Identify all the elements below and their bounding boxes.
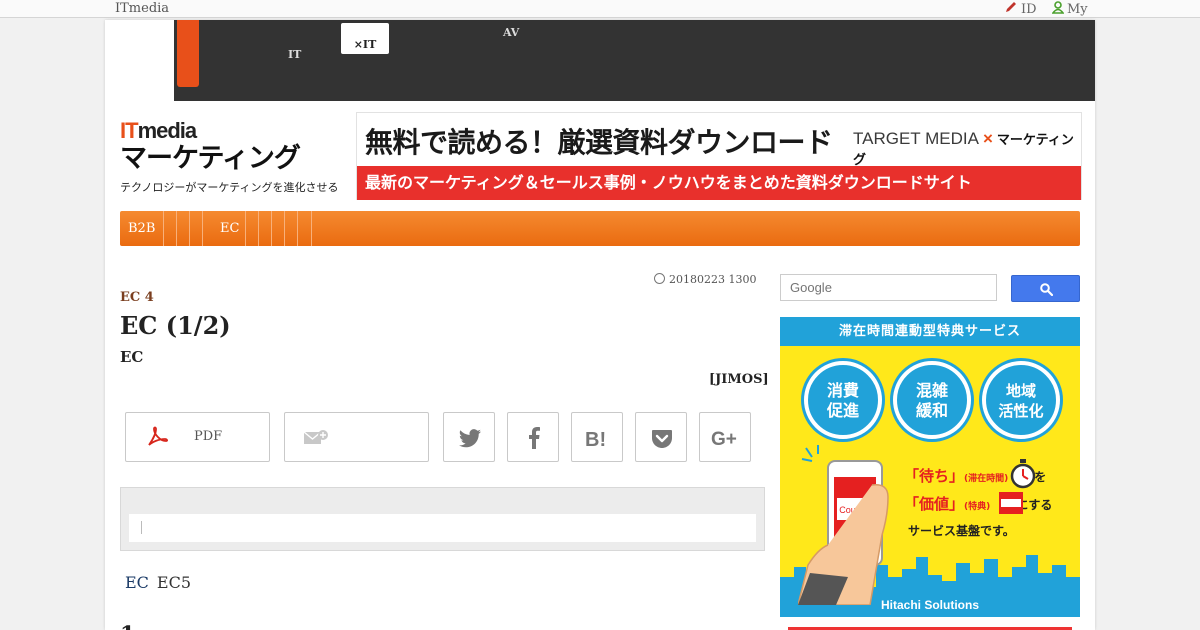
- network-item-av-sub: [503, 39, 525, 52]
- text-cursor: [141, 521, 142, 534]
- pdf-button[interactable]: PDF: [125, 412, 270, 462]
- article-series[interactable]: EC 4: [120, 290, 154, 305]
- search-button[interactable]: [1011, 275, 1080, 302]
- related-input[interactable]: [129, 514, 756, 542]
- pocket-icon: [652, 430, 672, 448]
- related-box: [120, 487, 765, 551]
- nav-item-ec[interactable]: EC: [203, 211, 246, 246]
- logo-it: IT: [120, 118, 139, 143]
- ad-line-1-b: を: [1034, 470, 1047, 484]
- article-title: EC (1/2): [120, 311, 231, 340]
- ad-line-2: 「価値」(特典) にする: [904, 493, 1052, 514]
- network-tab-marker[interactable]: [177, 20, 199, 87]
- ad-line-2-a: 「価値」: [904, 495, 965, 513]
- ad-circle-3-a: 地域: [1005, 382, 1036, 400]
- ad-line-1-small: (滞在時間): [964, 474, 1009, 484]
- network-item-active-line2: ×IT: [353, 38, 377, 51]
- nav-item-3[interactable]: [177, 211, 190, 246]
- page-container: IT ×IT AV ITmedia マーケティング テクノロジーがマーケティング…: [105, 20, 1095, 630]
- google-search-box[interactable]: [780, 274, 997, 301]
- nav-item-7[interactable]: [259, 211, 272, 246]
- search-icon: [1040, 283, 1053, 296]
- facebook-share-button[interactable]: [507, 412, 559, 462]
- twitter-icon: [459, 429, 481, 448]
- nav-item-8[interactable]: [272, 211, 285, 246]
- ad-circle-3-b: 活性化: [998, 402, 1044, 420]
- banner-times: ×: [982, 129, 993, 148]
- target-media-logo: TARGET MEDIA: [853, 129, 979, 148]
- logo-marketing: マーケティング: [120, 143, 301, 174]
- ad-line-3: サービス基盤です。: [908, 524, 1015, 538]
- pen-icon: [1006, 2, 1016, 12]
- phone-illustration: Coupon: [798, 445, 889, 605]
- ad-heading: 滞在時間連動型特典サービス: [780, 317, 1080, 346]
- google-plus-icon: G+: [711, 429, 737, 448]
- ad-circle-1-a: 消費: [826, 381, 859, 400]
- network-item-av[interactable]: AV: [503, 26, 519, 39]
- ad-sponsor: Hitachi Solutions: [880, 598, 979, 612]
- search-input[interactable]: [781, 275, 996, 300]
- pocket-share-button[interactable]: [635, 412, 687, 462]
- facebook-icon: [529, 427, 540, 449]
- person-icon: [1052, 1, 1064, 14]
- svg-text:G+: G+: [711, 429, 737, 448]
- article-subtitle: EC: [120, 348, 144, 366]
- id-link[interactable]: ID: [1004, 1, 1037, 17]
- global-topbar: ITmedia ID My: [0, 0, 1200, 18]
- lead-link-ec[interactable]: EC: [125, 573, 149, 592]
- ad-circle-2-b: 緩和: [915, 401, 948, 420]
- ad-circle-1-b: 促進: [826, 401, 859, 420]
- banner-partner-logos: TARGET MEDIA × マーケティング: [853, 129, 1081, 169]
- download-banner[interactable]: 無料で読める！厳選資料ダウンロード TARGET MEDIA × マーケティング 最…: [356, 112, 1082, 200]
- mail-add-icon: [303, 430, 328, 444]
- logo-media: media: [137, 118, 198, 143]
- twitter-share-button[interactable]: [443, 412, 495, 462]
- network-bar: IT ×IT AV: [174, 20, 1095, 101]
- clock-icon: [654, 273, 665, 284]
- timestamp-text: 20180223 1300: [669, 273, 757, 286]
- coupon-icon: [999, 492, 1023, 514]
- email-share-button[interactable]: [284, 412, 429, 462]
- ad-circle-2: 混雑 緩和: [893, 361, 971, 439]
- ad-circle-1: 消費 促進: [804, 361, 882, 439]
- nav-item-2[interactable]: [164, 211, 177, 246]
- my-link-label: My: [1067, 2, 1088, 17]
- article-author: [JIMOS]: [709, 372, 769, 387]
- article-lead: EC EC5: [125, 573, 191, 592]
- nav-item-10[interactable]: [298, 211, 312, 246]
- banner-headline: 無料で読める！厳選資料ダウンロード: [365, 126, 833, 159]
- network-item-it[interactable]: IT: [288, 48, 301, 61]
- logo-tagline: テクノロジーがマーケティングを進化させる: [120, 181, 339, 194]
- article-timestamp: 20180223 1300: [654, 273, 756, 286]
- nav-item-9[interactable]: [285, 211, 298, 246]
- my-link[interactable]: My: [1052, 1, 1088, 17]
- stopwatch-icon: [1010, 459, 1036, 489]
- hatena-share-button[interactable]: B!: [571, 412, 623, 462]
- network-item-1[interactable]: [286, 26, 308, 39]
- ad-circle-3: 地域 活性化: [982, 361, 1060, 439]
- nav-item-4[interactable]: [190, 211, 203, 246]
- hatena-bookmark-icon: B!: [585, 429, 606, 448]
- pdf-button-label: PDF: [194, 429, 223, 444]
- category-nav: B2B EC: [120, 211, 1080, 246]
- nav-item-b2b[interactable]: B2B: [120, 211, 164, 246]
- banner-subline: 最新のマーケティング＆セールス事例・ノウハウをまとめた資料ダウンロードサイト: [357, 166, 1081, 200]
- pdf-icon: [148, 426, 168, 446]
- network-item-active[interactable]: ×IT: [341, 23, 389, 54]
- svg-text:B!: B!: [585, 429, 606, 448]
- googleplus-share-button[interactable]: G+: [699, 412, 751, 462]
- ad-circle-2-a: 混雑: [915, 381, 948, 400]
- lead-text-ec5: EC5: [156, 573, 192, 592]
- itmedia-brand-link[interactable]: ITmedia: [115, 1, 169, 16]
- ad-line-2-small: (特典): [964, 502, 991, 512]
- section-heading-1: 1: [120, 622, 135, 630]
- site-logo[interactable]: ITmedia マーケティング テクノロジーがマーケティングを進化させる: [120, 118, 350, 195]
- id-link-label: ID: [1021, 2, 1037, 17]
- sidebar-ad[interactable]: 滞在時間連動型特典サービス 消費促進 混雑緩和 地域活性化 Coupon 「待ち…: [780, 317, 1080, 617]
- nav-item-6[interactable]: [246, 211, 259, 246]
- ad-line-1-a: 「待ち」: [904, 467, 965, 485]
